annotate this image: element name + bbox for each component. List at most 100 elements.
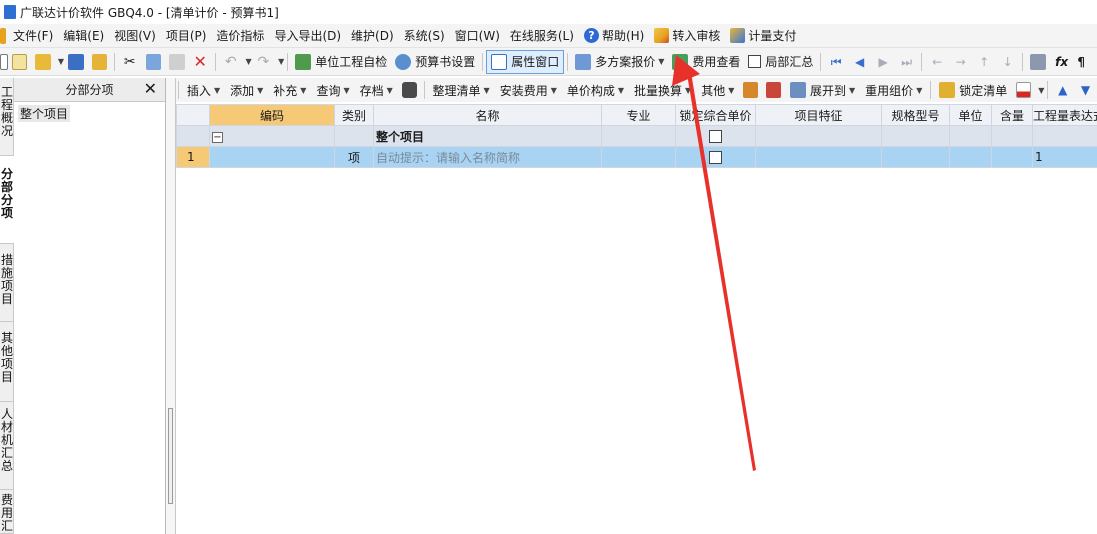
group-spec-cell[interactable]: [881, 125, 950, 147]
table-group-row[interactable]: − 整个项目: [176, 125, 1097, 147]
menu-project[interactable]: 项目(P): [161, 25, 212, 47]
paragraph-icon[interactable]: ¶: [1077, 54, 1093, 70]
move-right-icon[interactable]: →: [953, 54, 969, 70]
splitter-grip[interactable]: [168, 408, 173, 504]
menu-edit[interactable]: 编辑(E): [58, 25, 109, 47]
batch-convert-button[interactable]: 批量换算 ▼: [629, 79, 696, 101]
col-header-code[interactable]: 编码: [209, 104, 335, 126]
col-header-qty-expr[interactable]: 工程量表达式: [1032, 104, 1097, 126]
col-header-specialty[interactable]: 专业: [601, 104, 676, 126]
self-check-button[interactable]: 单位工程自检: [291, 50, 391, 74]
menu-import-export[interactable]: 导入导出(D): [269, 25, 346, 47]
specialty-cell[interactable]: [601, 146, 676, 168]
tree-item-whole-project[interactable]: 整个项目: [18, 105, 71, 122]
multi-quote-button[interactable]: 多方案报价 ▼: [571, 50, 668, 74]
unit-price-button[interactable]: 单价构成 ▼: [562, 79, 629, 101]
tab-fee-summary[interactable]: 费用汇总: [0, 490, 14, 534]
first-record-icon[interactable]: ⏮: [828, 54, 844, 70]
collapse-icon[interactable]: −: [212, 132, 223, 143]
close-icon[interactable]: ✕: [144, 80, 157, 98]
menu-cost-index[interactable]: 造价指标: [211, 25, 269, 47]
group-content-cell[interactable]: [991, 125, 1033, 147]
menu-online-service[interactable]: 在线服务(L): [505, 25, 579, 47]
open-folder-icon[interactable]: [35, 53, 51, 70]
archive-button[interactable]: 存档 ▼: [355, 79, 398, 101]
code-cell[interactable]: [209, 146, 335, 168]
supplement-button[interactable]: 补充 ▼: [268, 79, 311, 101]
redo-dropdown-icon[interactable]: ▼: [278, 57, 284, 66]
qty-expr-cell[interactable]: 1: [1032, 146, 1097, 168]
other-button[interactable]: 其他 ▼: [696, 79, 739, 101]
undo-icon[interactable]: ↶: [223, 54, 239, 70]
cut-icon[interactable]: ✂: [122, 54, 138, 70]
menu-window[interactable]: 窗口(W): [450, 25, 505, 47]
group-qty-cell[interactable]: [1032, 125, 1097, 147]
col-header-features[interactable]: 项目特征: [755, 104, 882, 126]
menu-help[interactable]: ? 帮助(H): [579, 25, 649, 47]
undo-dropdown-icon[interactable]: ▼: [245, 57, 251, 66]
tab-measures[interactable]: 措施项目: [0, 244, 14, 322]
property-window-button[interactable]: 属性窗口: [486, 49, 565, 74]
name-cell[interactable]: 自动提示：请输入名称简称: [373, 146, 602, 168]
lock-list-button[interactable]: 锁定清单: [934, 79, 1012, 101]
open-dropdown-icon[interactable]: ▼: [58, 57, 64, 66]
fee-view-button[interactable]: 费用查看: [668, 50, 744, 74]
new-doc-icon[interactable]: [11, 53, 28, 70]
group-code-cell[interactable]: −: [209, 125, 335, 147]
tab-other-items[interactable]: 其他项目: [0, 322, 14, 402]
menu-system[interactable]: 系统(S): [399, 25, 450, 47]
lock-price-checkbox[interactable]: [709, 151, 722, 164]
save-icon[interactable]: [68, 53, 84, 70]
group-lock-cell[interactable]: [675, 125, 756, 147]
tab-project-overview[interactable]: 工程概况: [0, 78, 14, 156]
lock-price-cell[interactable]: [675, 146, 756, 168]
partial-summary-checkbox[interactable]: [748, 55, 762, 68]
new-file-icon[interactable]: [0, 53, 8, 70]
fill-color-icon[interactable]: [1016, 82, 1032, 98]
fill-color-dropdown-icon[interactable]: ▼: [1038, 86, 1044, 95]
group-name-cell[interactable]: 整个项目: [373, 125, 602, 147]
partial-summary-toggle[interactable]: 局部汇总: [744, 50, 817, 74]
menu-view[interactable]: 视图(V): [109, 25, 161, 47]
features-cell[interactable]: [755, 146, 882, 168]
paste-icon[interactable]: [169, 53, 185, 70]
col-header-name[interactable]: 名称: [373, 104, 602, 126]
last-record-icon[interactable]: ⏭: [899, 54, 915, 70]
col-header-lock-price[interactable]: 锁定综合单价: [675, 104, 756, 126]
type-cell[interactable]: 项: [334, 146, 374, 168]
query-button[interactable]: 查询 ▼: [311, 79, 354, 101]
move-left-icon[interactable]: ←: [929, 54, 945, 70]
unit-cell[interactable]: [949, 146, 992, 168]
col-header-unit[interactable]: 单位: [949, 104, 992, 126]
group-unit-cell[interactable]: [949, 125, 992, 147]
menu-transfer-audit[interactable]: 转入审核: [649, 25, 725, 47]
formula-icon[interactable]: fx: [1054, 54, 1070, 70]
reuse-price-button[interactable]: 重用组价 ▼: [860, 79, 927, 101]
expand-to-button[interactable]: 展开到 ▼: [785, 79, 860, 101]
menu-file[interactable]: 文件(F): [8, 25, 58, 47]
tab-sub-items[interactable]: 分部分项: [0, 156, 14, 244]
save-all-icon[interactable]: [91, 53, 108, 70]
organize-list-button[interactable]: 整理清单 ▼: [428, 79, 495, 101]
budget-settings-button[interactable]: 预算书设置: [391, 50, 479, 74]
insert-button[interactable]: 插入 ▼: [182, 79, 225, 101]
col-header-spec-model[interactable]: 规格型号: [881, 104, 950, 126]
replace-icon[interactable]: [766, 82, 781, 98]
calculator-icon[interactable]: [1030, 53, 1046, 70]
arrow-down-icon[interactable]: ▼: [1078, 82, 1093, 98]
move-down-icon[interactable]: ↓: [1000, 54, 1016, 70]
spec-model-cell[interactable]: [881, 146, 950, 168]
menu-measure-pay[interactable]: 计量支付: [725, 25, 801, 47]
delete-icon[interactable]: ✕: [193, 53, 209, 70]
next-record-icon[interactable]: ▶: [875, 54, 891, 70]
move-up-icon[interactable]: ↑: [976, 54, 992, 70]
install-fee-button[interactable]: 安装费用 ▼: [495, 79, 562, 101]
binoculars-icon[interactable]: [401, 82, 417, 98]
panel-splitter[interactable]: [166, 78, 176, 534]
component-icon[interactable]: [743, 82, 759, 98]
col-header-content[interactable]: 含量: [991, 104, 1033, 126]
tab-resource-summary[interactable]: 人材机汇总: [0, 402, 14, 490]
group-features-cell[interactable]: [755, 125, 882, 147]
lock-price-checkbox[interactable]: [709, 130, 722, 143]
previous-record-icon[interactable]: ◀: [852, 54, 868, 70]
